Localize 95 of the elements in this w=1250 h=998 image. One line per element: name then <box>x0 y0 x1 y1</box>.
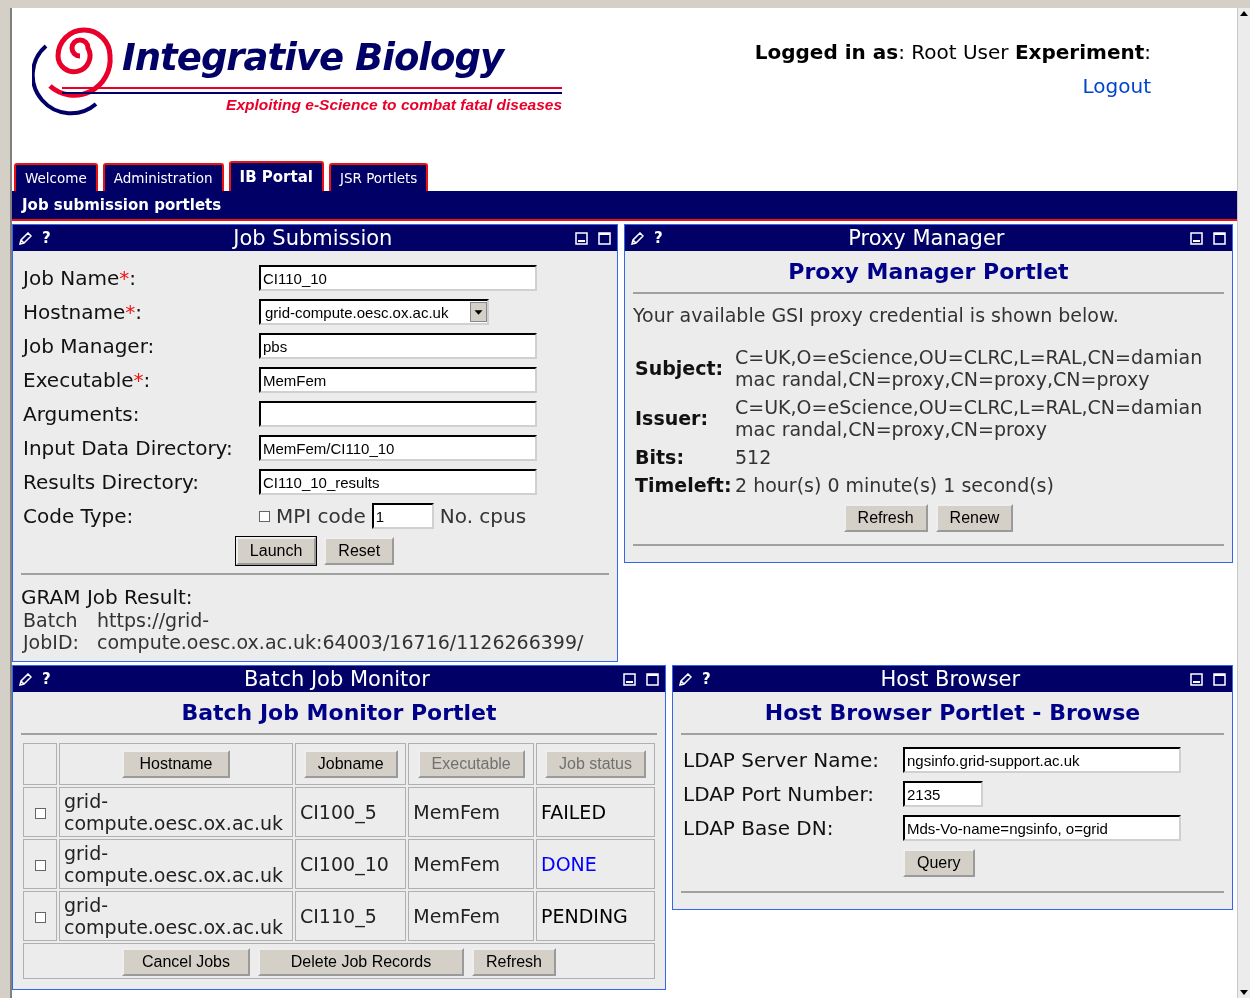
checkbox[interactable] <box>259 510 270 522</box>
field-label: Job Manager: <box>23 334 156 358</box>
select-field[interactable]: grid-compute.oesc.ox.ac.uk <box>259 299 489 325</box>
result-value: https://grid-compute.oesc.ox.ac.uk:64003/16716/1126266399/ <box>97 609 585 653</box>
caret-icon <box>470 302 487 322</box>
job-status: PENDING <box>541 905 628 927</box>
field-label: Job Name*: <box>23 266 137 290</box>
row-checkbox[interactable] <box>34 912 46 923</box>
credential-label: Bits: <box>635 446 685 468</box>
logo-title: Integrative Biology <box>122 36 506 79</box>
proxy-button[interactable]: Renew <box>935 504 1014 532</box>
row-checkbox[interactable] <box>34 860 46 871</box>
credential-value: 2 hour(s) 0 minute(s) 1 second(s) <box>735 474 1055 496</box>
nav-tab[interactable]: Administration <box>102 163 224 191</box>
help-link[interactable]: ? <box>654 229 663 247</box>
maximize-icon[interactable] <box>598 231 611 245</box>
field-label: Results Directory: <box>23 470 201 494</box>
credential-label: Issuer: <box>635 407 710 429</box>
nav-tab[interactable]: IB Portal <box>228 161 324 191</box>
table-cell: CI100_5 <box>295 787 407 837</box>
login-status: Logged in as: Root User Experiment: <box>754 40 1151 64</box>
logo-tagline: Exploiting e-Science to combat fatal diseases <box>225 96 562 114</box>
field-label: LDAP Port Number: <box>683 782 876 806</box>
section-title: Job submission portlets <box>12 191 1237 221</box>
intro-text: Your available GSI proxy credential is shown below. <box>633 303 1120 328</box>
credential-value: C=UK,O=eScience,OU=CLRC,L=RAL,CN=damian mac randal,CN=proxy,CN=proxy,CN=proxy <box>735 346 1204 390</box>
text-field[interactable]: 2135 <box>903 781 983 807</box>
table-cell: grid-compute.oesc.ox.ac.uk <box>59 839 293 889</box>
text-field[interactable]: Mds-Vo-name=ngsinfo, o=grid <box>903 815 1181 841</box>
result-label: Batch JobID: <box>23 609 80 653</box>
query-button[interactable]: Query <box>903 849 975 877</box>
row-checkbox[interactable] <box>34 808 46 819</box>
text-field[interactable]: CI110_10_results <box>259 469 537 495</box>
credential-label: Timeleft: <box>635 474 733 496</box>
field-label: LDAP Server Name: <box>683 748 880 772</box>
cpu-count-field[interactable]: 1 <box>371 503 434 529</box>
maximize-icon[interactable] <box>1213 672 1226 686</box>
table-cell: grid-compute.oesc.ox.ac.uk <box>59 891 293 941</box>
text-field[interactable]: ngsinfo.grid-support.ac.uk <box>903 747 1181 773</box>
portlet-title: Job Submission <box>231 226 394 250</box>
job-status: FAILED <box>541 801 606 823</box>
form-button[interactable]: Reset <box>324 537 395 565</box>
field-label: Code Type: <box>23 504 135 528</box>
minimize-icon[interactable] <box>575 231 588 245</box>
nav-tab[interactable]: JSR Portlets <box>328 163 429 191</box>
minimize-icon[interactable] <box>1190 231 1203 245</box>
batch-action-button[interactable]: Delete Job Records <box>258 948 464 976</box>
pencil-icon[interactable] <box>19 672 32 686</box>
maximize-icon[interactable] <box>1213 231 1226 245</box>
text-field[interactable]: MemFem <box>259 367 537 393</box>
logout-link[interactable]: Logout <box>1082 74 1151 98</box>
table-cell: CI100_10 <box>295 839 407 889</box>
batch-action-button[interactable]: Cancel Jobs <box>122 948 250 976</box>
job-status: DONE <box>541 853 597 875</box>
credential-label: Subject: <box>635 357 725 379</box>
table-cell: MemFem <box>408 891 534 941</box>
help-link[interactable]: ? <box>42 670 51 688</box>
text-field[interactable]: MemFem/CI110_10 <box>259 435 537 461</box>
minimize-icon[interactable] <box>1190 672 1203 686</box>
sort-column-button[interactable]: Hostname <box>122 750 230 778</box>
text-field[interactable]: CI110_10 <box>259 265 537 291</box>
pencil-icon[interactable] <box>631 231 644 245</box>
field-label: Arguments: <box>23 402 141 426</box>
table-cell: MemFem <box>408 839 534 889</box>
portlet-title: Proxy Manager <box>847 226 1006 250</box>
field-label: LDAP Base DN: <box>683 816 835 840</box>
credential-value: 512 <box>735 446 773 468</box>
credential-value: C=UK,O=eScience,OU=CLRC,L=RAL,CN=damian mac randal,CN=proxy,CN=proxy <box>735 396 1204 440</box>
result-heading: GRAM Job Result: <box>21 584 194 609</box>
proxy-button[interactable]: Refresh <box>843 504 928 532</box>
form-button[interactable]: Launch <box>235 537 317 565</box>
portlet-title: Host Browser <box>879 667 1022 691</box>
help-link[interactable]: ? <box>42 229 51 247</box>
portlet-title: Batch Job Monitor <box>242 667 431 691</box>
minimize-icon[interactable] <box>623 672 636 686</box>
pencil-icon[interactable] <box>679 672 692 686</box>
portlet-heading: Proxy Manager Portlet <box>633 257 1224 294</box>
field-label: Hostname*: <box>23 300 143 324</box>
nav-tab[interactable]: Welcome <box>14 163 98 191</box>
pencil-icon[interactable] <box>19 231 32 245</box>
table-cell: CI110_5 <box>295 891 407 941</box>
text-field[interactable] <box>259 401 537 427</box>
field-label: Executable*: <box>23 368 152 392</box>
table-cell: grid-compute.oesc.ox.ac.uk <box>59 787 293 837</box>
table-cell: MemFem <box>408 787 534 837</box>
field-hint: No. cpus <box>439 504 527 528</box>
help-link[interactable]: ? <box>702 670 711 688</box>
portlet-heading: Batch Job Monitor Portlet <box>21 698 657 735</box>
field-label: Input Data Directory: <box>23 436 234 460</box>
sort-column-button[interactable]: Jobname <box>303 750 398 778</box>
text-field[interactable]: pbs <box>259 333 537 359</box>
maximize-icon[interactable] <box>646 672 659 686</box>
portlet-heading: Host Browser Portlet - Browse <box>681 698 1224 735</box>
checkbox-label: MPI code <box>276 504 366 528</box>
batch-action-button[interactable]: Refresh <box>472 948 556 976</box>
